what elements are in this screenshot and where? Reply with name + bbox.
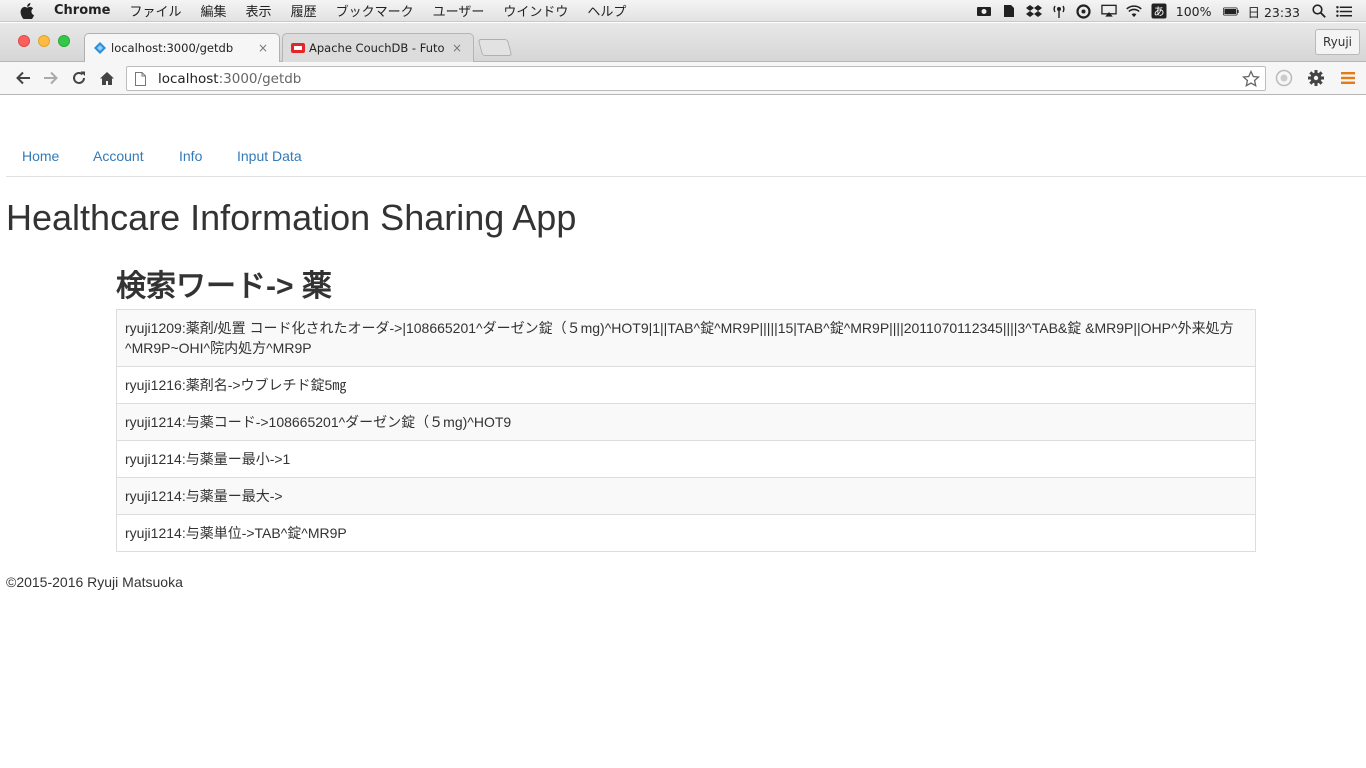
svg-text:あ: あ — [1153, 5, 1164, 18]
tab-close-icon[interactable]: × — [257, 41, 269, 55]
tab-getdb[interactable]: localhost:3000/getdb × — [84, 33, 280, 62]
bookmark-star-icon[interactable] — [1241, 69, 1261, 89]
back-arrow-icon[interactable] — [12, 67, 34, 89]
list-item: ryuji1214:与薬コード->108665201^ダーゼン錠（５mg)^HO… — [117, 403, 1255, 440]
menu-window[interactable]: ウインドウ — [503, 1, 568, 20]
menu-edit[interactable]: 編集 — [201, 1, 227, 20]
menu-history[interactable]: 履歴 — [291, 1, 317, 20]
list-item: ryuji1216:薬剤名->ウブレチド錠5㎎ — [117, 366, 1255, 403]
nav-account-link[interactable]: Account — [93, 148, 144, 164]
window-zoom-button[interactable] — [58, 35, 70, 47]
list-item: ryuji1214:与薬量ー最小->1 — [117, 440, 1255, 477]
search-heading: 検索ワード-> 薬 — [116, 261, 332, 305]
menubar-clock[interactable]: 日 23:33 — [1248, 2, 1301, 21]
reload-icon[interactable] — [68, 67, 90, 89]
address-path: :3000/getdb — [218, 70, 302, 87]
menu-people[interactable]: ユーザー — [433, 1, 485, 20]
browser-toolbar: localhost:3000/getdb — [0, 62, 1366, 95]
site-navbar: Home Account Info Input Data — [6, 96, 1366, 177]
antenna-icon[interactable] — [1051, 4, 1067, 18]
menu-bookmarks[interactable]: ブックマーク — [336, 1, 414, 20]
nav-info-link[interactable]: Info — [179, 148, 202, 164]
battery-icon[interactable] — [1222, 4, 1239, 18]
browser-tab-strip: localhost:3000/getdb × Apache CouchDB - … — [0, 23, 1366, 62]
menu-help[interactable]: ヘルプ — [587, 1, 626, 20]
macos-menu-bar: Chrome ファイル 編集 表示 履歴 ブックマーク ユーザー ウインドウ ヘ… — [0, 0, 1366, 22]
extension-circle-icon[interactable] — [1273, 67, 1295, 89]
tab-close-icon[interactable]: × — [451, 41, 463, 55]
settings-gear-icon[interactable] — [1305, 67, 1327, 89]
search-arrow: -> — [266, 270, 294, 303]
evernote-icon[interactable] — [1001, 4, 1017, 18]
search-word: 薬 — [301, 270, 332, 303]
list-item: ryuji1214:与薬単位->TAB^錠^MR9P — [117, 514, 1255, 551]
couchdb-favicon-icon — [291, 41, 305, 55]
menu-view[interactable]: 表示 — [246, 1, 272, 20]
menubar-status-area: あ 100% 日 23:33 — [976, 0, 1366, 22]
nav-input-data-link[interactable]: Input Data — [237, 148, 302, 164]
spotlight-search-icon[interactable] — [1311, 4, 1327, 18]
tab-title: Apache CouchDB - Futon: — [309, 41, 445, 55]
airplay-icon[interactable] — [1101, 4, 1117, 18]
page-footer: ©2015-2016 Ryuji Matsuoka — [6, 574, 183, 590]
apple-menu-icon[interactable] — [18, 2, 36, 20]
address-bar[interactable]: localhost:3000/getdb — [126, 66, 1266, 91]
notification-center-icon[interactable] — [1336, 4, 1352, 18]
new-tab-button[interactable] — [477, 39, 513, 56]
dropbox-icon[interactable] — [1025, 4, 1042, 18]
tab-title: localhost:3000/getdb — [111, 41, 234, 55]
nav-home-link[interactable]: Home — [22, 148, 59, 164]
search-label: 検索ワード — [116, 270, 266, 303]
page-title: Healthcare Information Sharing App — [6, 197, 577, 238]
input-method-icon[interactable]: あ — [1151, 3, 1167, 19]
photo-stream-icon[interactable] — [976, 4, 992, 18]
wifi-icon[interactable] — [1125, 4, 1142, 18]
battery-percent: 100% — [1175, 3, 1212, 19]
menu-file[interactable]: ファイル — [130, 1, 182, 20]
page-icon — [135, 71, 149, 87]
localhost-favicon-icon — [93, 41, 107, 55]
search-results-list: ryuji1209:薬剤/処置 コード化されたオーダ->|108665201^ダ… — [116, 309, 1256, 552]
list-item: ryuji1209:薬剤/処置 コード化されたオーダ->|108665201^ダ… — [117, 310, 1255, 366]
tab-couchdb-futon[interactable]: Apache CouchDB - Futon: × — [282, 33, 474, 62]
profile-button[interactable]: Ryuji — [1314, 29, 1360, 55]
chrome-menu-icon[interactable] — [1337, 67, 1359, 89]
web-page: Home Account Info Input Data Healthcare … — [6, 96, 1366, 764]
window-minimize-button[interactable] — [38, 35, 50, 47]
home-icon[interactable] — [96, 67, 118, 89]
window-close-button[interactable] — [18, 35, 30, 47]
address-host: localhost — [158, 70, 219, 87]
forward-arrow-icon[interactable] — [40, 67, 62, 89]
sync-circle-icon[interactable] — [1076, 3, 1092, 19]
menu-app-name[interactable]: Chrome — [54, 3, 111, 18]
list-item: ryuji1214:与薬量ー最大-> — [117, 477, 1255, 514]
